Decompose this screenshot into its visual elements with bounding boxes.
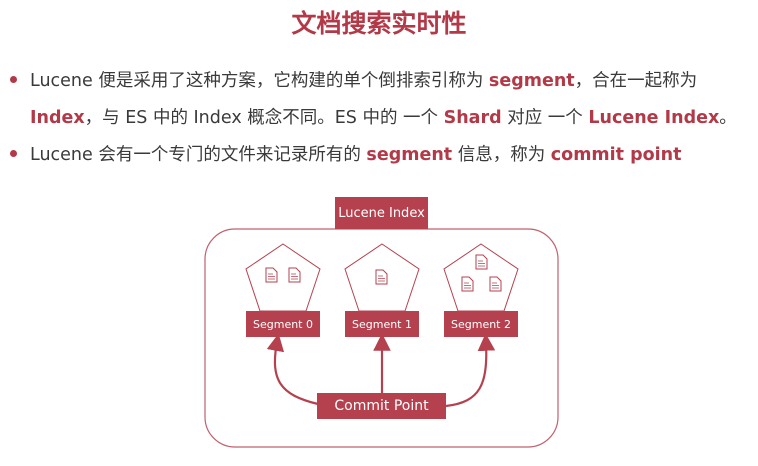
lucene-index-label: Lucene Index — [335, 197, 428, 229]
arrow-to-segment-0 — [266, 333, 319, 406]
commit-point-box: Commit Point — [317, 393, 446, 419]
segment-2-box: Segment 2 — [444, 311, 518, 337]
document-icon — [475, 254, 488, 270]
document-icon — [375, 269, 388, 285]
arrow-to-segment-2 — [445, 333, 496, 408]
document-icon — [265, 267, 278, 283]
document-icon — [489, 276, 502, 292]
segment-0-box: Segment 0 — [246, 311, 320, 337]
document-icon — [461, 276, 474, 292]
document-icon — [288, 267, 301, 283]
segment-1-box: Segment 1 — [345, 311, 419, 337]
segment-0-pentagon — [245, 243, 321, 312]
segment-2-pentagon — [443, 243, 519, 312]
